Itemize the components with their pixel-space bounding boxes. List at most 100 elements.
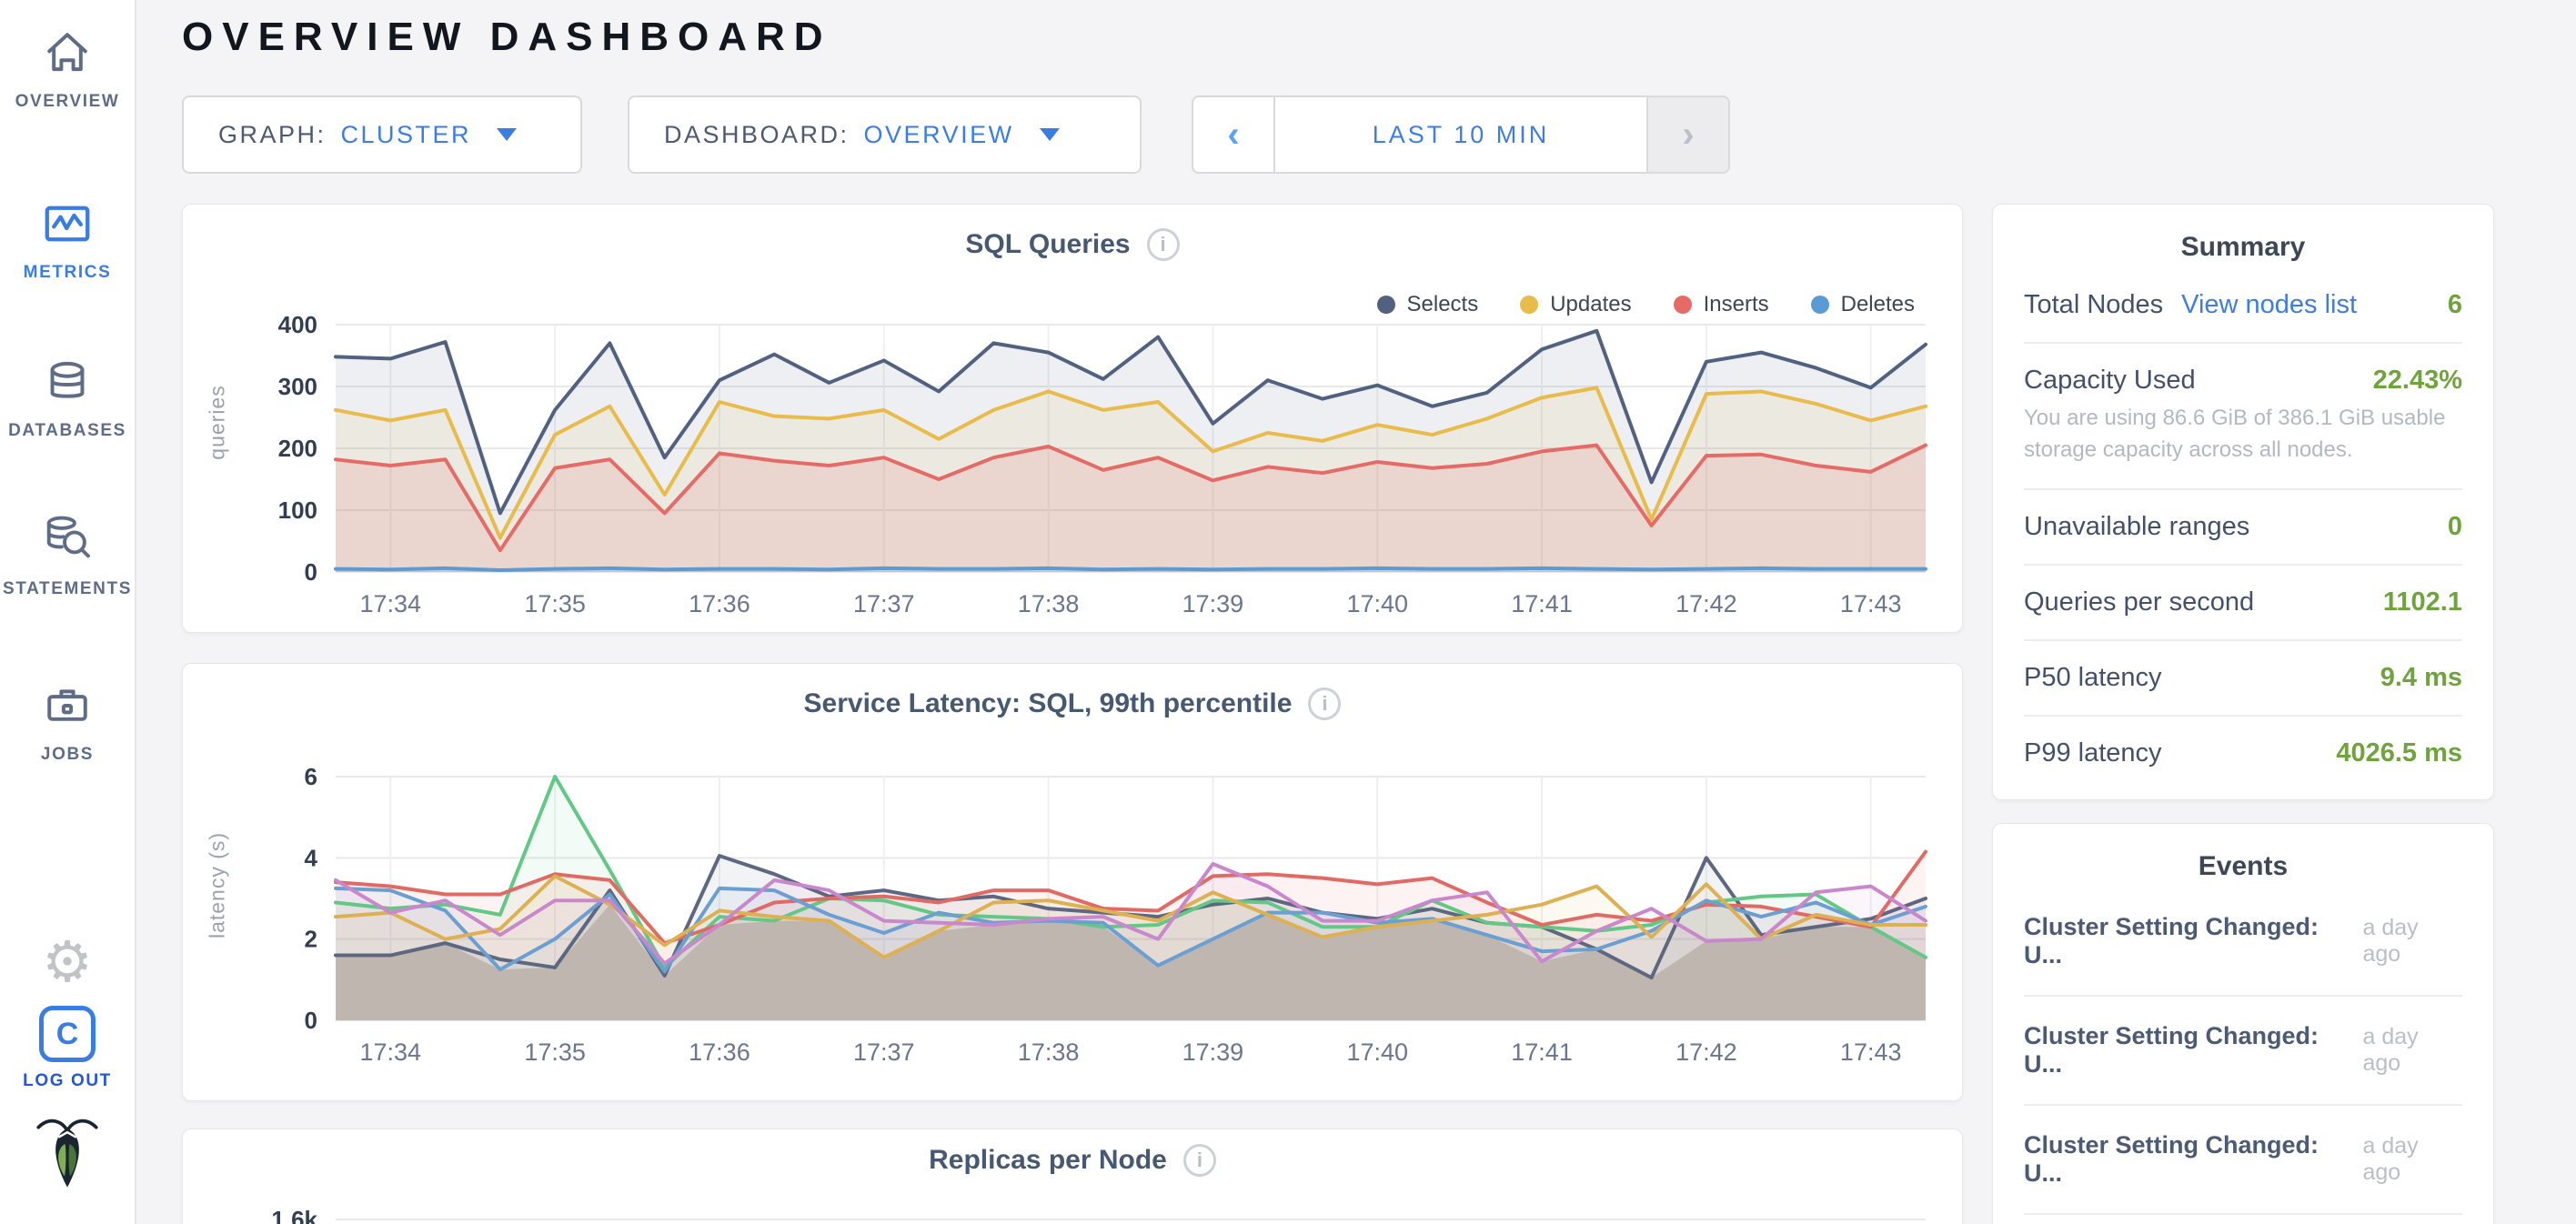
statements-icon xyxy=(40,554,95,569)
summary-label: Unavailable ranges xyxy=(2024,512,2249,542)
svg-text:17:42: 17:42 xyxy=(1675,1038,1737,1066)
sidebar-item-statements[interactable]: STATEMENTS xyxy=(0,511,135,599)
sql-queries-plot: 010020030040017:3417:3517:3617:3717:3817… xyxy=(199,312,1946,625)
sidebar-item-jobs[interactable]: JOBS xyxy=(0,680,135,765)
svg-text:17:40: 17:40 xyxy=(1346,1038,1408,1066)
svg-text:17:41: 17:41 xyxy=(1511,1038,1573,1066)
legend-dot xyxy=(1674,296,1692,314)
summary-row: P50 latency 9.4 ms xyxy=(2024,641,2462,717)
sidebar-item-label: JOBS xyxy=(0,745,135,765)
summary-value: 1102.1 xyxy=(2383,587,2462,617)
event-row: Cluster Setting Changed: U...a day ago xyxy=(2024,997,2462,1106)
summary-value: 6 xyxy=(2448,290,2462,320)
summary-label: Total Nodes xyxy=(2024,290,2163,320)
cockroach-logo[interactable] xyxy=(0,1114,135,1199)
svg-text:17:40: 17:40 xyxy=(1346,590,1408,617)
page-title: OVERVIEW DASHBOARD xyxy=(182,15,832,60)
dashboard-dropdown-value: OVERVIEW xyxy=(864,121,1014,149)
event-row: Cluster Setting Changed: U...a day ago xyxy=(2024,888,2462,997)
chart-title-row: Replicas per Node i xyxy=(183,1144,1962,1177)
view-nodes-link[interactable]: View nodes list xyxy=(2181,290,2357,320)
svg-text:17:43: 17:43 xyxy=(1840,590,1902,617)
svg-text:1.6k: 1.6k xyxy=(271,1207,317,1224)
svg-text:17:34: 17:34 xyxy=(359,590,421,617)
svg-text:0: 0 xyxy=(305,1007,317,1034)
dashboard-dropdown[interactable]: DASHBOARD: OVERVIEW xyxy=(628,95,1142,174)
info-icon[interactable]: i xyxy=(1147,228,1180,261)
replicas-per-node-plot: 1.6k xyxy=(199,1207,1946,1224)
sidebar-item-overview[interactable]: OVERVIEW xyxy=(0,27,135,112)
chart-title-row: Service Latency: SQL, 99th percentile i xyxy=(183,687,1962,720)
graph-dropdown-value: CLUSTER xyxy=(341,121,472,149)
legend-dot xyxy=(1520,296,1538,314)
svg-text:4: 4 xyxy=(305,844,318,871)
summary-value: 4026.5 ms xyxy=(2336,738,2462,768)
svg-text:17:41: 17:41 xyxy=(1511,590,1573,617)
chart-title: Service Latency: SQL, 99th percentile xyxy=(804,688,1293,719)
sidebar-item-label: STATEMENTS xyxy=(0,579,135,599)
summary-row: P99 latency 4026.5 ms xyxy=(2024,717,2462,790)
time-range-picker: ‹ LAST 10 MIN › xyxy=(1192,95,1730,174)
sidebar-item-label: METRICS xyxy=(0,263,135,283)
svg-text:17:39: 17:39 xyxy=(1182,590,1244,617)
sql-queries-canvas: 010020030040017:3417:3517:3617:3717:3817… xyxy=(199,312,1946,625)
info-icon[interactable]: i xyxy=(1308,687,1341,720)
summary-row: Total Nodes View nodes list 6 xyxy=(2024,268,2462,344)
summary-label: P50 latency xyxy=(2024,663,2162,693)
sidebar: OVERVIEW METRICS DATABASES xyxy=(0,0,136,1224)
svg-text:17:36: 17:36 xyxy=(689,1038,750,1066)
summary-value: 22.43% xyxy=(2373,366,2462,396)
svg-text:100: 100 xyxy=(278,497,317,524)
chevron-down-icon xyxy=(1040,128,1060,141)
logout-button[interactable]: C LOG OUT xyxy=(0,1006,135,1091)
graph-dropdown-label: GRAPH: xyxy=(218,121,327,149)
event-row: Cluster Setting Changed: U...a day ago xyxy=(2024,1215,2462,1224)
summary-label: Queries per second xyxy=(2024,587,2254,617)
svg-text:400: 400 xyxy=(278,312,317,338)
event-time: a day ago xyxy=(2362,1024,2462,1077)
chevron-right-icon: › xyxy=(1682,115,1694,156)
svg-text:200: 200 xyxy=(278,435,317,462)
gear-icon: ⚙ xyxy=(42,931,93,994)
summary-panel: Summary Total Nodes View nodes list 6 Ca… xyxy=(1992,204,2494,800)
chevron-left-icon: ‹ xyxy=(1227,115,1239,156)
sidebar-item-metrics[interactable]: METRICS xyxy=(0,198,135,283)
dashboard-dropdown-label: DASHBOARD: xyxy=(664,121,850,149)
sql-queries-card: SQL Queries i SelectsUpdatesInsertsDelet… xyxy=(182,204,1963,633)
settings-button[interactable]: ⚙ xyxy=(0,935,135,991)
service-latency-plot: 024617:3417:3517:3617:3717:3817:3917:401… xyxy=(199,764,1946,1073)
event-row: Cluster Setting Changed: U...a day ago xyxy=(2024,1106,2462,1215)
service-latency-canvas: 024617:3417:3517:3617:3717:3817:3917:401… xyxy=(199,764,1946,1073)
svg-text:17:43: 17:43 xyxy=(1840,1038,1902,1066)
info-icon[interactable]: i xyxy=(1183,1144,1216,1177)
sidebar-item-databases[interactable]: DATABASES xyxy=(0,356,135,441)
summary-label: Capacity Used xyxy=(2024,366,2196,396)
event-text: Cluster Setting Changed: U... xyxy=(2024,1131,2362,1188)
event-time: a day ago xyxy=(2362,1133,2462,1186)
summary-row: Queries per second 1102.1 xyxy=(2024,566,2462,641)
graph-dropdown[interactable]: GRAPH: CLUSTER xyxy=(182,95,582,174)
svg-text:17:36: 17:36 xyxy=(689,590,750,617)
summary-title: Summary xyxy=(2024,232,2462,263)
svg-text:17:37: 17:37 xyxy=(853,1038,915,1066)
time-next-button[interactable]: › xyxy=(1648,97,1728,172)
time-range-button[interactable]: LAST 10 MIN xyxy=(1273,97,1648,172)
events-list: Cluster Setting Changed: U...a day agoCl… xyxy=(2024,888,2462,1224)
svg-text:17:35: 17:35 xyxy=(524,590,586,617)
event-time: a day ago xyxy=(2362,915,2462,968)
chart-title: Replicas per Node xyxy=(929,1145,1167,1176)
home-icon xyxy=(42,66,93,82)
summary-value: 9.4 ms xyxy=(2380,663,2462,693)
summary-value: 0 xyxy=(2448,512,2462,542)
time-prev-button[interactable]: ‹ xyxy=(1193,97,1273,172)
svg-text:17:35: 17:35 xyxy=(524,1038,586,1066)
legend-dot xyxy=(1811,296,1829,314)
events-title: Events xyxy=(2024,851,2462,882)
summary-row: Unavailable ranges 0 xyxy=(2024,490,2462,566)
svg-text:300: 300 xyxy=(278,373,317,400)
logout-label: LOG OUT xyxy=(0,1071,135,1091)
chevron-down-icon xyxy=(497,128,517,141)
svg-text:17:37: 17:37 xyxy=(853,590,915,617)
chart-title: SQL Queries xyxy=(965,229,1130,260)
service-latency-card: Service Latency: SQL, 99th percentile i … xyxy=(182,663,1963,1101)
